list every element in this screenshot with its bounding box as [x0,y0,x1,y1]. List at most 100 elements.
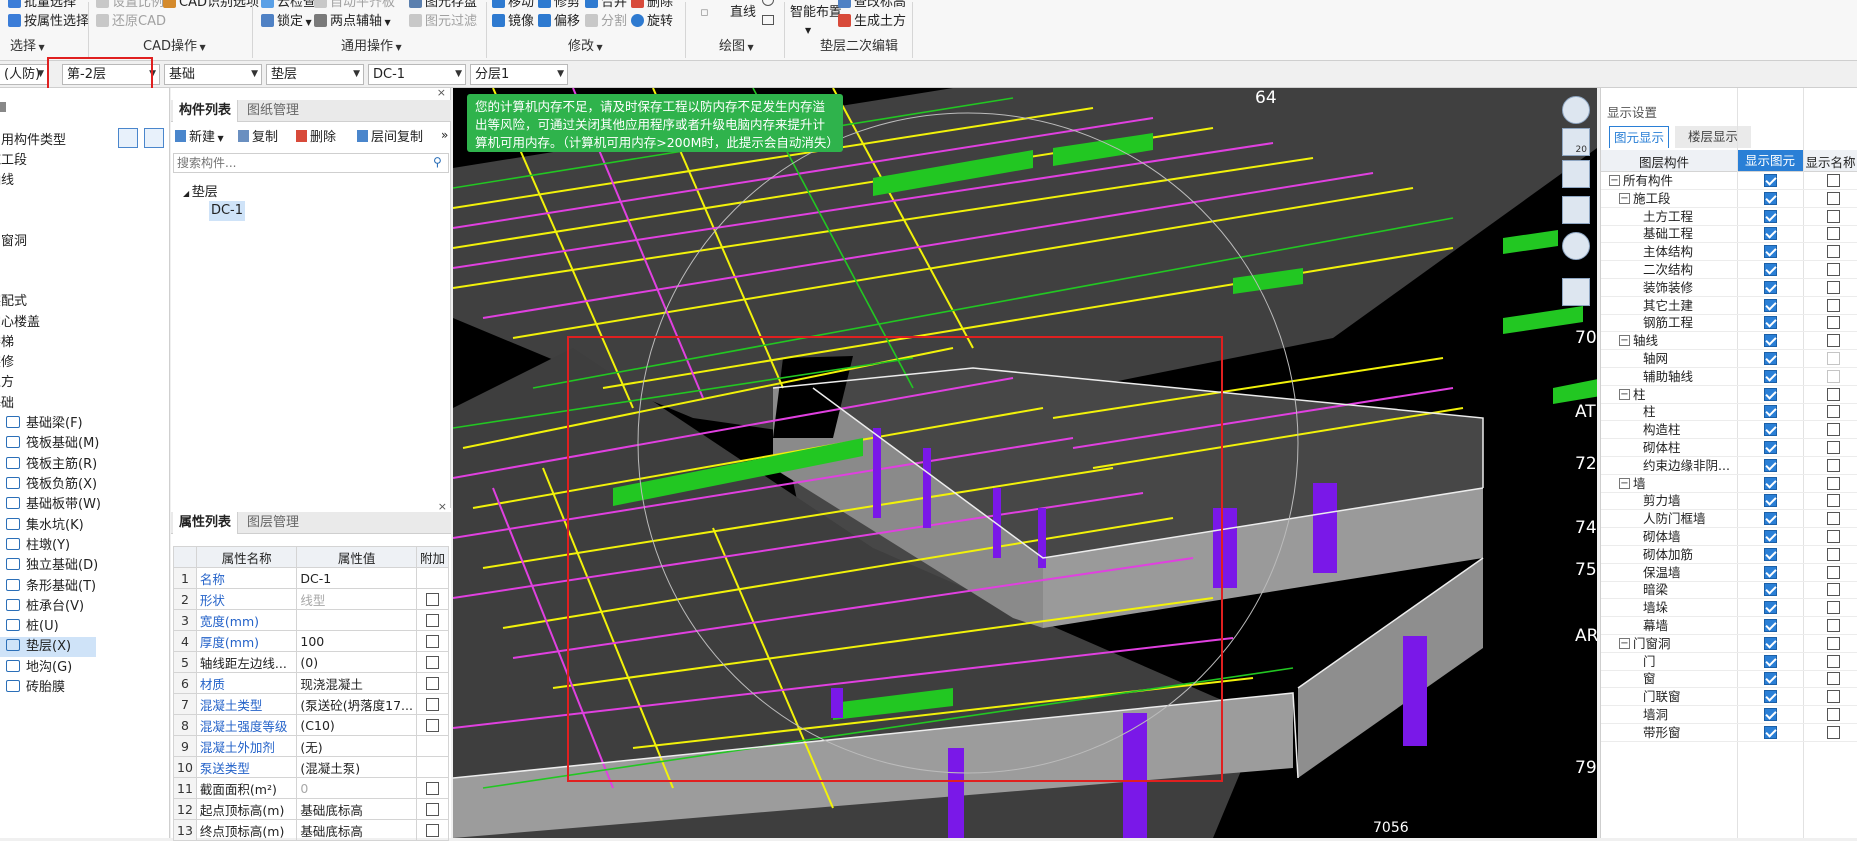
attach-cell[interactable] [415,609,450,631]
move-button[interactable]: 移动 [492,0,534,12]
show-element-checkbox[interactable] [1764,547,1777,561]
show-name-checkbox[interactable] [1827,334,1840,348]
attach-cell[interactable] [415,777,450,799]
group-modify[interactable]: 修改 ▼ [568,38,603,56]
show-name-checkbox[interactable] [1827,174,1840,187]
show-name-checkbox[interactable] [1827,405,1840,419]
show-element-checkbox[interactable] [1764,263,1777,276]
show-element-checkbox[interactable] [1764,476,1777,490]
sidebar-item[interactable]: 门窗洞 [0,232,108,252]
rotate-view-icon[interactable] [1562,232,1590,260]
sidebar-item[interactable]: 常用构件类型 [0,131,108,151]
layer-row[interactable]: 砌体加筋 [1601,546,1857,564]
attach-checkbox[interactable] [425,592,439,606]
show-name-checkbox[interactable] [1827,476,1840,490]
attach-cell[interactable] [415,798,450,820]
grid-view-icon[interactable] [144,128,164,148]
more-arrow-icon[interactable]: » [441,128,448,142]
grid-view-toggle-icon[interactable] [1562,278,1590,306]
show-element-checkbox[interactable] [1764,583,1777,597]
tab-component-list[interactable]: 构件列表 [173,100,239,122]
arc-button[interactable] [762,0,774,12]
property-value[interactable]: (C10) [296,714,417,736]
show-element-checkbox[interactable] [1764,227,1777,241]
show-element-checkbox[interactable] [1764,619,1777,632]
property-value[interactable]: 基础底标高 [296,798,417,820]
group-draw[interactable]: 绘图 ▼ [719,38,754,56]
property-row[interactable]: 12 起点顶标高(m) 基础底标高 [173,798,450,820]
smart-layout-dropdown-icon[interactable]: ▼ [805,22,811,40]
property-value[interactable]: 现浇混凝土 [296,672,417,694]
property-value[interactable]: 100 [296,630,417,652]
attach-cell[interactable] [415,693,450,715]
show-name-checkbox[interactable] [1827,601,1840,615]
property-row[interactable]: 13 终点顶标高(m) 基础底标高 [173,819,450,841]
memory-warning-banner[interactable]: 您的计算机内存不足，请及时保存工程以防内存不足发生内存溢出等风险，可通过关闭其他… [467,94,843,152]
attach-cell[interactable] [415,819,450,841]
layer-row[interactable]: 墙洞 [1601,706,1857,724]
restore-cad-button[interactable]: 还原CAD [96,13,166,31]
component-search-input[interactable] [173,153,449,173]
show-name-checkbox[interactable] [1827,512,1840,526]
orbit-view-icon[interactable] [1562,96,1590,124]
attach-checkbox[interactable] [425,655,439,669]
sidebar-item[interactable]: 集水坑(K) [0,516,96,536]
property-row[interactable]: 4 厚度(mm) 100 [173,630,450,652]
layer-row[interactable]: 约束边缘非阴... [1601,457,1857,475]
line-button[interactable]: 直线 [730,4,756,22]
show-name-checkbox[interactable] [1827,209,1840,223]
show-name-checkbox[interactable] [1827,690,1840,704]
delete-button[interactable]: 删除 [631,0,673,12]
collapse-icon[interactable]: − [1609,175,1620,186]
sidebar-item[interactable]: 土方 [0,373,108,393]
property-value[interactable]: 0 [296,777,417,799]
find-elevation-button[interactable]: 查改标高 [838,0,906,12]
layer-row[interactable]: 砌体墙 [1601,528,1857,546]
category-select[interactable]: 基础 ▼ [164,64,262,85]
property-value[interactable]: DC-1 [296,567,417,589]
property-value[interactable] [296,609,417,631]
sublayer-select[interactable]: 分层1 ▼ [470,64,568,85]
layer-row[interactable]: − 墙 [1601,475,1857,493]
show-name-checkbox[interactable] [1827,387,1840,401]
property-row[interactable]: 3 宽度(mm) [173,609,450,631]
sidebar-item[interactable]: 空心楼盖 [0,313,108,333]
layer-row[interactable]: 墙垛 [1601,599,1857,618]
layer-row[interactable]: 保温墙 [1601,564,1857,582]
element-filter-button[interactable]: 图元过滤 [409,13,477,31]
attach-checkbox[interactable] [425,718,439,732]
show-element-checkbox[interactable] [1764,494,1777,508]
layer-row[interactable]: 带形窗 [1601,724,1857,742]
copy-component-button[interactable]: 复制 [238,129,278,147]
layer-row[interactable]: 轴网 [1601,350,1857,368]
show-name-checkbox[interactable] [1827,530,1840,543]
cad-recognize-options-button[interactable]: CAD识别选项 [163,0,259,12]
two-point-aux-axis-button[interactable]: 两点辅轴 ▼ [314,13,391,31]
property-row[interactable]: 1 名称 DC-1 [173,567,450,589]
attach-cell[interactable] [415,588,450,610]
attach-checkbox[interactable] [425,781,439,795]
sidebar-item[interactable]: 基础板带(W) [0,495,101,515]
show-element-checkbox[interactable] [1764,636,1777,650]
show-name-checkbox[interactable] [1827,441,1840,454]
property-row[interactable]: 2 形状 线型 [173,588,450,610]
layer-row[interactable]: − 轴线 [1601,332,1857,351]
rotate-button[interactable]: 旋转 [631,13,673,31]
layer-row[interactable]: 门 [1601,653,1857,671]
element-save-button[interactable]: 图元存盘 [409,0,477,12]
close-icon[interactable]: × [437,86,446,99]
layer-row[interactable]: − 柱 [1601,386,1857,404]
show-element-checkbox[interactable] [1764,174,1777,187]
property-row[interactable]: 10 泵送类型 (混凝土泵) [173,756,450,778]
show-element-checkbox[interactable] [1764,690,1777,704]
sidebar-item[interactable]: 装修 [0,353,108,373]
tab-drawing-management[interactable]: 图纸管理 [241,100,305,122]
layer-row[interactable]: 二次结构 [1601,261,1857,279]
show-name-checkbox[interactable] [1827,245,1840,259]
show-name-checkbox[interactable] [1827,369,1840,383]
tree-item-dc1[interactable]: DC-1 [209,201,245,221]
show-element-checkbox[interactable] [1764,601,1777,615]
show-name-checkbox[interactable] [1827,547,1840,561]
sidebar-item[interactable]: 轴线 [0,171,108,191]
scale-view-button[interactable]: 20 [1562,128,1590,156]
